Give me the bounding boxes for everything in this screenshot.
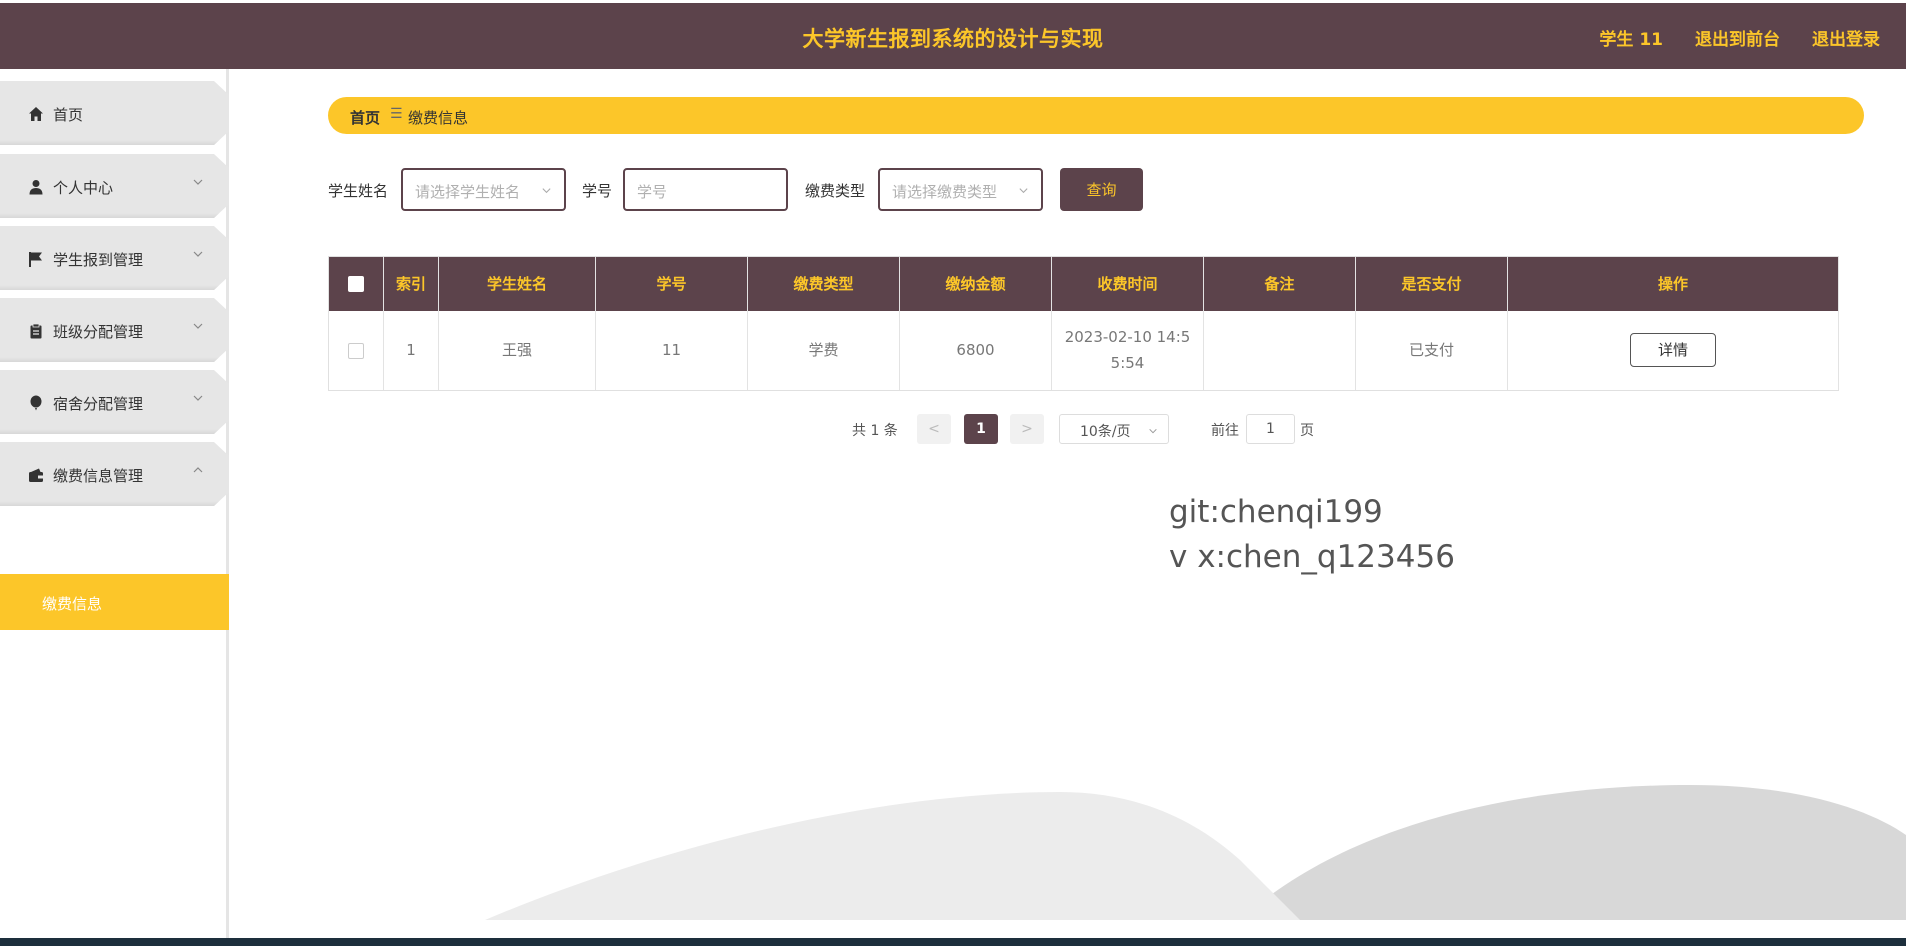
sidebar: 首页 个人中心 学生报到管理 班级分配管理 宿舍分配管理 缴费信息管理 缴费信息 <box>0 69 229 940</box>
student-name-label: 学生姓名 <box>328 182 389 200</box>
cell-amount: 6800 <box>899 310 1052 391</box>
exit-to-front-link[interactable]: 退出到前台 <box>1695 25 1780 50</box>
chevron-down-icon <box>193 251 203 257</box>
sidebar-item-label: 宿舍分配管理 <box>53 395 144 413</box>
table-row: 1 王强 11 学费 6800 2023-02-10 14:5 5:54 已支付… <box>328 310 1839 391</box>
sidebar-item-label: 个人中心 <box>53 179 114 197</box>
watermark-line-1: git:chenqi199 <box>1169 494 1383 530</box>
sidebar-item-label: 首页 <box>53 106 84 124</box>
student-name-placeholder: 请选择学生姓名 <box>415 183 521 201</box>
page-size-value: 10条/页 <box>1080 424 1131 440</box>
sidebar-item-student-checkin[interactable]: 学生报到管理 <box>0 226 229 290</box>
sidebar-subitem-label: 缴费信息 <box>42 595 103 613</box>
cell-time-line2: 5:54 <box>1110 354 1145 373</box>
chevron-down-icon <box>193 323 203 329</box>
balloon-icon <box>30 395 42 411</box>
student-no-label: 学号 <box>582 182 613 200</box>
select-all-checkbox[interactable] <box>348 276 364 293</box>
column-header: 缴费类型 <box>747 256 900 311</box>
sidebar-item-dorm-assignment[interactable]: 宿舍分配管理 <box>0 370 229 434</box>
table-header-row: 索引 学生姓名 学号 缴费类型 缴纳金额 收费时间 备注 是否支付 操作 <box>328 256 1839 311</box>
bottom-strip <box>0 938 1906 946</box>
watermark-line-2: v x:chen_q123456 <box>1169 539 1455 575</box>
sidebar-item-label: 班级分配管理 <box>53 323 144 341</box>
chevron-down-icon <box>193 395 203 401</box>
student-name-select[interactable]: 请选择学生姓名 <box>401 168 566 211</box>
decorative-hills <box>485 785 1906 920</box>
row-select-cell <box>328 310 384 391</box>
goto-label: 前往 <box>1211 423 1239 439</box>
fee-type-label: 缴费类型 <box>805 182 866 200</box>
next-page-button[interactable]: > <box>1010 414 1044 444</box>
column-header: 索引 <box>383 256 439 311</box>
breadcrumb-separator: ☰ <box>390 106 403 122</box>
cell-time-line1: 2023-02-10 14:5 <box>1064 328 1191 347</box>
column-header: 学生姓名 <box>438 256 596 311</box>
pagination-total: 共 1 条 <box>852 423 898 439</box>
query-button[interactable]: 查询 <box>1060 168 1143 211</box>
student-no-input[interactable]: 学号 <box>623 168 788 211</box>
row-checkbox[interactable] <box>348 342 364 359</box>
home-icon <box>29 107 43 121</box>
column-header: 备注 <box>1203 256 1356 311</box>
prev-page-button[interactable]: < <box>917 414 951 444</box>
fee-type-select[interactable]: 请选择缴费类型 <box>878 168 1043 211</box>
chevron-up-icon <box>193 467 203 473</box>
page-size-select[interactable]: 10条/页 <box>1059 414 1169 444</box>
cell-remark <box>1203 310 1356 391</box>
sidebar-item-home[interactable]: 首页 <box>0 81 229 145</box>
detail-button[interactable]: 详情 <box>1630 333 1716 368</box>
clipboard-icon <box>30 323 42 339</box>
cell-index: 1 <box>383 310 439 391</box>
cell-student-no: 11 <box>595 310 748 391</box>
logout-link[interactable]: 退出登录 <box>1812 25 1880 50</box>
page-number-current[interactable]: 1 <box>964 414 998 444</box>
sidebar-item-label: 学生报到管理 <box>53 251 144 269</box>
flag-icon <box>29 252 42 267</box>
header-actions: 学生 11 退出到前台 退出登录 <box>1599 25 1880 50</box>
current-user: 学生 11 <box>1599 30 1663 50</box>
sidebar-item-class-assignment[interactable]: 班级分配管理 <box>0 298 229 362</box>
page-unit-label: 页 <box>1300 423 1314 439</box>
breadcrumb-home[interactable]: 首页 <box>350 107 380 128</box>
column-header: 操作 <box>1507 256 1839 311</box>
chevron-down-icon <box>1019 188 1028 194</box>
breadcrumb-current: 缴费信息 <box>408 109 469 127</box>
column-header: 缴纳金额 <box>899 256 1052 311</box>
cell-time: 2023-02-10 14:5 5:54 <box>1051 310 1204 391</box>
goto-page-input[interactable]: 1 <box>1246 414 1295 444</box>
cell-action: 详情 <box>1507 310 1839 391</box>
wallet-icon <box>29 468 43 482</box>
sidebar-item-personal-center[interactable]: 个人中心 <box>0 154 229 218</box>
payment-table: 索引 学生姓名 学号 缴费类型 缴纳金额 收费时间 备注 是否支付 操作 1 王… <box>328 256 1839 391</box>
cell-paid: 已支付 <box>1355 310 1508 391</box>
cell-student-name: 王强 <box>438 310 596 391</box>
fee-type-placeholder: 请选择缴费类型 <box>892 183 998 201</box>
sidebar-item-label: 缴费信息管理 <box>53 467 144 485</box>
column-header: 收费时间 <box>1051 256 1204 311</box>
breadcrumb: 首页 ☰ 缴费信息 <box>328 97 1864 134</box>
user-icon <box>29 180 43 195</box>
sidebar-item-payment-management[interactable]: 缴费信息管理 <box>0 442 229 506</box>
column-header: 学号 <box>595 256 748 311</box>
chevron-down-icon <box>193 179 203 185</box>
column-header: 是否支付 <box>1355 256 1508 311</box>
student-no-placeholder: 学号 <box>637 183 668 201</box>
select-all-header <box>328 256 384 311</box>
top-bar: 大学新生报到系统的设计与实现 学生 11 退出到前台 退出登录 <box>0 3 1906 69</box>
cell-fee-type: 学费 <box>747 310 900 391</box>
sidebar-subitem-payment-info[interactable]: 缴费信息 <box>0 574 229 630</box>
chevron-down-icon <box>1149 428 1157 434</box>
chevron-down-icon <box>542 188 551 194</box>
